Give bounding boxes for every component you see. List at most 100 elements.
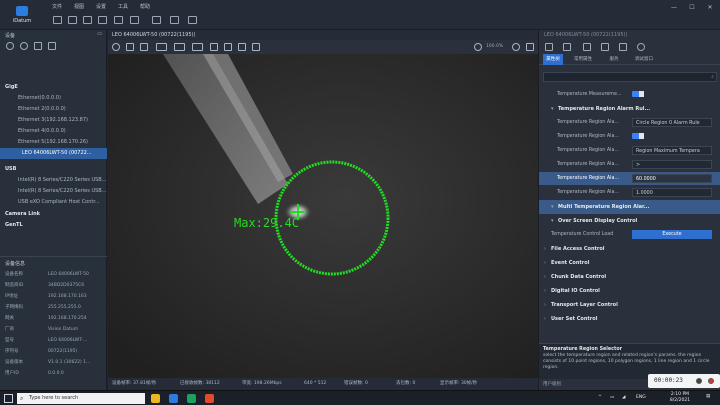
property-category[interactable]: › Transport Layer Control [539,298,720,312]
menu-view[interactable]: 视图 [74,3,84,10]
tree-group[interactable]: USB [0,164,107,175]
info-value: 0.0.0.0 [48,371,64,376]
tab-service[interactable]: 服务 [603,54,625,65]
grid-toggle-icon[interactable] [174,43,185,51]
tree-item[interactable]: Ethernet 4(0.0.0.0) [0,126,107,137]
edit-icon[interactable] [130,16,139,24]
tree-view-icon[interactable] [563,43,571,51]
property-value-field[interactable]: Region Maximum Tempera [632,146,712,155]
task-view-icon[interactable] [151,394,160,403]
execute-button[interactable]: Execute [632,230,712,239]
maximize-button[interactable]: ☐ [688,5,696,11]
property-subcategory[interactable]: ▾ Over Screen Display Control [539,214,720,228]
network-tray-icon[interactable]: ▭ [610,395,614,401]
menu-settings[interactable]: 设置 [96,3,106,10]
tab-common-properties[interactable]: 常用属性 [569,54,597,65]
minimize-button[interactable]: — [670,5,678,11]
open-folder-icon[interactable] [53,16,62,24]
tree-group[interactable]: Camera Link [0,209,107,220]
snapshot-icon[interactable] [140,43,148,51]
property-category[interactable]: › File Access Control [539,242,720,256]
property-search-input[interactable]: ⌕ [543,72,717,82]
tree-item[interactable]: LEO 64006LWT-50 (00722... [0,148,107,159]
tree-item[interactable]: Ethernet 2(0.0.0.0) [0,104,107,115]
tree-item[interactable]: Ethernet 5(192.168.170.26) [0,137,107,148]
chevron-right-icon: › [544,246,546,252]
tree-group[interactable]: GenTL [0,220,107,231]
image-folder-icon[interactable] [83,16,92,24]
windows-start-icon[interactable] [4,394,13,403]
property-value-field[interactable]: > [632,160,712,169]
zoom-in-icon[interactable] [512,43,520,51]
device-info-row: 子网掩码 255.255.255.0 [0,303,107,312]
property-row: Temperature Region Ala... Region Maximum … [539,144,720,157]
tab-property-tree[interactable]: 属性树 [543,54,563,65]
menu-help[interactable]: 帮助 [140,3,150,10]
tree-item[interactable]: Intel(R) 8 Series/C220 Series USB... [0,175,107,186]
close-button[interactable]: ✕ [706,5,714,11]
tree-item[interactable]: Intel(R) 8 Series/C220 Series USB... [0,186,107,197]
layout-icon[interactable] [114,16,123,24]
picture-icon[interactable] [170,16,179,24]
microphone-icon[interactable] [252,43,260,51]
record-video-icon[interactable] [156,43,167,51]
property-category[interactable]: › Digital IO Control [539,284,720,298]
list-view-icon[interactable] [545,43,553,51]
crosshair-icon[interactable] [192,43,203,51]
refresh-icon[interactable] [637,43,645,51]
device-panel: 设备 ▭ GigE Ethernet(0.0.0.0) Ethernet 2(0.0… [0,30,107,390]
property-value-field[interactable]: 1.0000 [632,188,712,197]
folder-icon[interactable] [68,16,77,24]
recorder-stop-button[interactable] [708,378,714,384]
property-toggle[interactable] [632,133,644,139]
taskbar-clock[interactable]: 2:10 PM 8/2/2021 [660,392,700,404]
volume-icon[interactable]: ◢ [622,395,625,401]
thermal-image-canvas: Max:29.4C [108,54,538,378]
flip-icon[interactable] [210,43,218,51]
property-subcategory[interactable]: ▾ Multi Temperature Region Alar... [539,200,720,214]
record-icon[interactable] [20,42,28,50]
property-category[interactable]: › Chunk Data Control [539,270,720,284]
property-category[interactable]: › User Set Control [539,312,720,326]
device-info-row: IP地址 192.168.170.163 [0,292,107,301]
tree-item[interactable]: Ethernet 3(192.168.123.87) [0,115,107,126]
import-icon[interactable] [583,43,591,51]
menu-file[interactable]: 文件 [52,3,62,10]
zoom-out-icon[interactable] [474,43,482,51]
tree-group[interactable]: GigE [0,82,107,93]
fullscreen-icon[interactable] [526,43,534,51]
tab-debug[interactable]: 调试窗口 [629,54,659,65]
property-toggle[interactable] [632,91,644,97]
tree-item[interactable]: USB eXO Compliant Host Contr... [0,197,107,208]
save-icon[interactable] [619,43,627,51]
property-subcategory[interactable]: ▾ Temperature Region Alarm Rul... [539,102,720,116]
language-indicator[interactable]: ENG [636,395,646,401]
connect-icon[interactable] [6,42,14,50]
tree-item[interactable]: Ethernet(0.0.0.0) [0,93,107,104]
menu-tools[interactable]: 工具 [118,3,128,10]
chevron-right-icon: › [544,274,546,280]
idatum-taskbar-icon[interactable] [205,394,214,403]
property-value-field[interactable]: 60.0000 [632,174,712,183]
rotate-icon[interactable] [224,43,232,51]
fit-icon[interactable] [126,43,134,51]
camera-icon[interactable] [152,16,161,24]
export-icon[interactable] [601,43,609,51]
panel-menu-icon[interactable]: ▭ [97,31,102,37]
explorer-icon[interactable] [187,394,196,403]
thermal-image[interactable]: Max:29.4C [108,54,538,378]
taskbar-search-input[interactable]: ⌕ Type here to search [17,393,145,404]
tray-arrow-icon[interactable]: ^ [598,395,602,401]
grid-icon[interactable] [188,16,197,24]
edge-icon[interactable] [169,394,178,403]
palette-icon[interactable] [238,43,246,51]
recorder-pause-button[interactable] [696,378,702,384]
property-value-field[interactable]: Circle Region 0 Alarm Rule [632,118,712,127]
settings-icon[interactable] [34,42,42,50]
stop-icon[interactable] [112,43,120,51]
network-icon[interactable] [48,42,56,50]
property-category[interactable]: › Event Control [539,256,720,270]
video-folder-icon[interactable] [98,16,107,24]
property-row: Temperature Control Load Execute [539,228,720,241]
notification-icon[interactable]: ▤ [706,394,710,400]
